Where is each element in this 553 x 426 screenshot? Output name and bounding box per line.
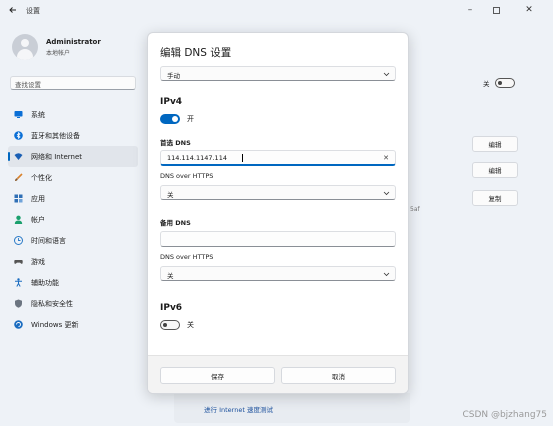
speed-test-card: 进行 Internet 速度测试 bbox=[174, 393, 410, 423]
dialog-footer: 保存 取消 bbox=[148, 355, 408, 393]
text-caret bbox=[242, 154, 243, 162]
bluetooth-icon bbox=[14, 131, 23, 140]
preferred-dns-input[interactable]: 114.114.1147.114 ✕ bbox=[160, 150, 396, 166]
globe-clock-icon bbox=[14, 236, 23, 245]
sidebar-item-personalization[interactable]: 个性化 bbox=[8, 167, 138, 188]
dns-mode-value: 手动 bbox=[167, 72, 180, 80]
edit-button-2[interactable]: 编辑 bbox=[472, 162, 518, 178]
sidebar-item-label: 应用 bbox=[31, 194, 45, 203]
edit-button-1[interactable]: 编辑 bbox=[472, 136, 518, 152]
sidebar-item-label: Windows 更新 bbox=[31, 320, 79, 329]
alternate-doh-value: 关 bbox=[167, 272, 174, 280]
system-icon bbox=[14, 110, 23, 119]
minimize-icon[interactable]: – bbox=[459, 3, 481, 17]
sidebar-item-network[interactable]: 网络和 Internet bbox=[8, 146, 138, 167]
alternate-dns-input[interactable] bbox=[160, 231, 396, 247]
preferred-doh-label: DNS over HTTPS bbox=[160, 172, 214, 180]
ipv6-heading: IPv6 bbox=[160, 303, 183, 313]
update-icon bbox=[14, 320, 23, 329]
avatar bbox=[12, 34, 38, 60]
speed-test-link[interactable]: 进行 Internet 速度测试 bbox=[204, 404, 273, 414]
ipv4-toggle-label: 开 bbox=[187, 115, 194, 123]
ipv4-toggle[interactable] bbox=[160, 114, 180, 124]
background-toggle-label: 关 bbox=[483, 80, 490, 88]
search-input[interactable]: 查找设置 bbox=[10, 76, 136, 90]
background-toggle-row: 关 bbox=[483, 78, 515, 88]
copy-button[interactable]: 复制 bbox=[472, 190, 518, 206]
sidebar-item-label: 系统 bbox=[31, 110, 45, 119]
preferred-doh-value: 关 bbox=[167, 191, 174, 199]
alternate-dns-label: 备用 DNS bbox=[160, 219, 191, 227]
ipv6-toggle-label: 关 bbox=[187, 321, 194, 329]
sidebar-item-accessibility[interactable]: 辅助功能 bbox=[8, 272, 138, 293]
alternate-doh-select[interactable]: 关 bbox=[160, 266, 396, 281]
back-arrow-icon[interactable] bbox=[8, 5, 18, 15]
brush-icon bbox=[14, 173, 23, 182]
sidebar-item-windows-update[interactable]: Windows 更新 bbox=[8, 314, 138, 335]
ipv6-toggle[interactable] bbox=[160, 320, 180, 330]
background-toggle[interactable] bbox=[494, 78, 515, 88]
title-bar: 设置 – ✕ bbox=[0, 0, 553, 20]
dialog-title: 编辑 DNS 设置 bbox=[160, 47, 232, 59]
sidebar-item-label: 蓝牙和其他设备 bbox=[31, 131, 80, 140]
sidebar-item-label: 辅助功能 bbox=[31, 278, 59, 287]
sidebar-item-label: 游戏 bbox=[31, 257, 45, 266]
sidebar-item-bluetooth[interactable]: 蓝牙和其他设备 bbox=[8, 125, 138, 146]
shield-icon bbox=[14, 299, 23, 308]
chevron-down-icon bbox=[383, 72, 390, 77]
sidebar-item-label: 帐户 bbox=[31, 215, 45, 224]
chevron-down-icon bbox=[383, 191, 390, 196]
apps-icon bbox=[14, 194, 23, 203]
sidebar-item-label: 个性化 bbox=[31, 173, 52, 182]
cancel-button[interactable]: 取消 bbox=[281, 367, 396, 384]
ipv6-toggle-row: 关 bbox=[160, 320, 194, 330]
preferred-dns-value: 114.114.1147.114 bbox=[167, 154, 227, 162]
sidebar-item-label: 网络和 Internet bbox=[31, 152, 83, 161]
preferred-dns-label: 首选 DNS bbox=[160, 139, 191, 147]
sidebar-item-time-language[interactable]: 时间和语言 bbox=[8, 230, 138, 251]
sidebar-item-system[interactable]: 系统 bbox=[8, 104, 138, 125]
sidebar-item-privacy[interactable]: 隐私和安全性 bbox=[8, 293, 138, 314]
background-text-fragment: 5af bbox=[410, 206, 420, 213]
wifi-icon bbox=[14, 152, 23, 161]
save-button[interactable]: 保存 bbox=[160, 367, 275, 384]
account-icon bbox=[14, 215, 23, 224]
sidebar-nav: 系统 蓝牙和其他设备 网络和 Internet 个性化 应用 帐户 时间和语言 … bbox=[8, 104, 138, 335]
gamepad-icon bbox=[14, 257, 23, 266]
dns-mode-select[interactable]: 手动 bbox=[160, 66, 396, 81]
sidebar-item-label: 时间和语言 bbox=[31, 236, 66, 245]
profile-account-type: 本地帐户 bbox=[46, 49, 71, 57]
profile-name: Administrator bbox=[46, 37, 101, 46]
edit-dns-dialog: 编辑 DNS 设置 手动 IPv4 开 首选 DNS 114.114.1147.… bbox=[147, 32, 409, 394]
chevron-down-icon bbox=[383, 272, 390, 277]
close-icon[interactable]: ✕ bbox=[518, 3, 540, 17]
watermark: CSDN @bjzhang75 bbox=[462, 410, 547, 420]
clear-icon[interactable]: ✕ bbox=[383, 154, 389, 162]
window-title: 设置 bbox=[26, 7, 40, 15]
sidebar-item-label: 隐私和安全性 bbox=[31, 299, 73, 308]
sidebar-item-gaming[interactable]: 游戏 bbox=[8, 251, 138, 272]
ipv4-toggle-row: 开 bbox=[160, 114, 194, 124]
sidebar-item-accounts[interactable]: 帐户 bbox=[8, 209, 138, 230]
preferred-doh-select[interactable]: 关 bbox=[160, 185, 396, 200]
alternate-doh-label: DNS over HTTPS bbox=[160, 253, 214, 261]
accessibility-icon bbox=[14, 278, 23, 287]
sidebar-item-apps[interactable]: 应用 bbox=[8, 188, 138, 209]
ipv4-heading: IPv4 bbox=[160, 97, 183, 107]
maximize-icon[interactable] bbox=[485, 3, 507, 17]
user-profile: Administrator 本地帐户 bbox=[12, 34, 101, 60]
